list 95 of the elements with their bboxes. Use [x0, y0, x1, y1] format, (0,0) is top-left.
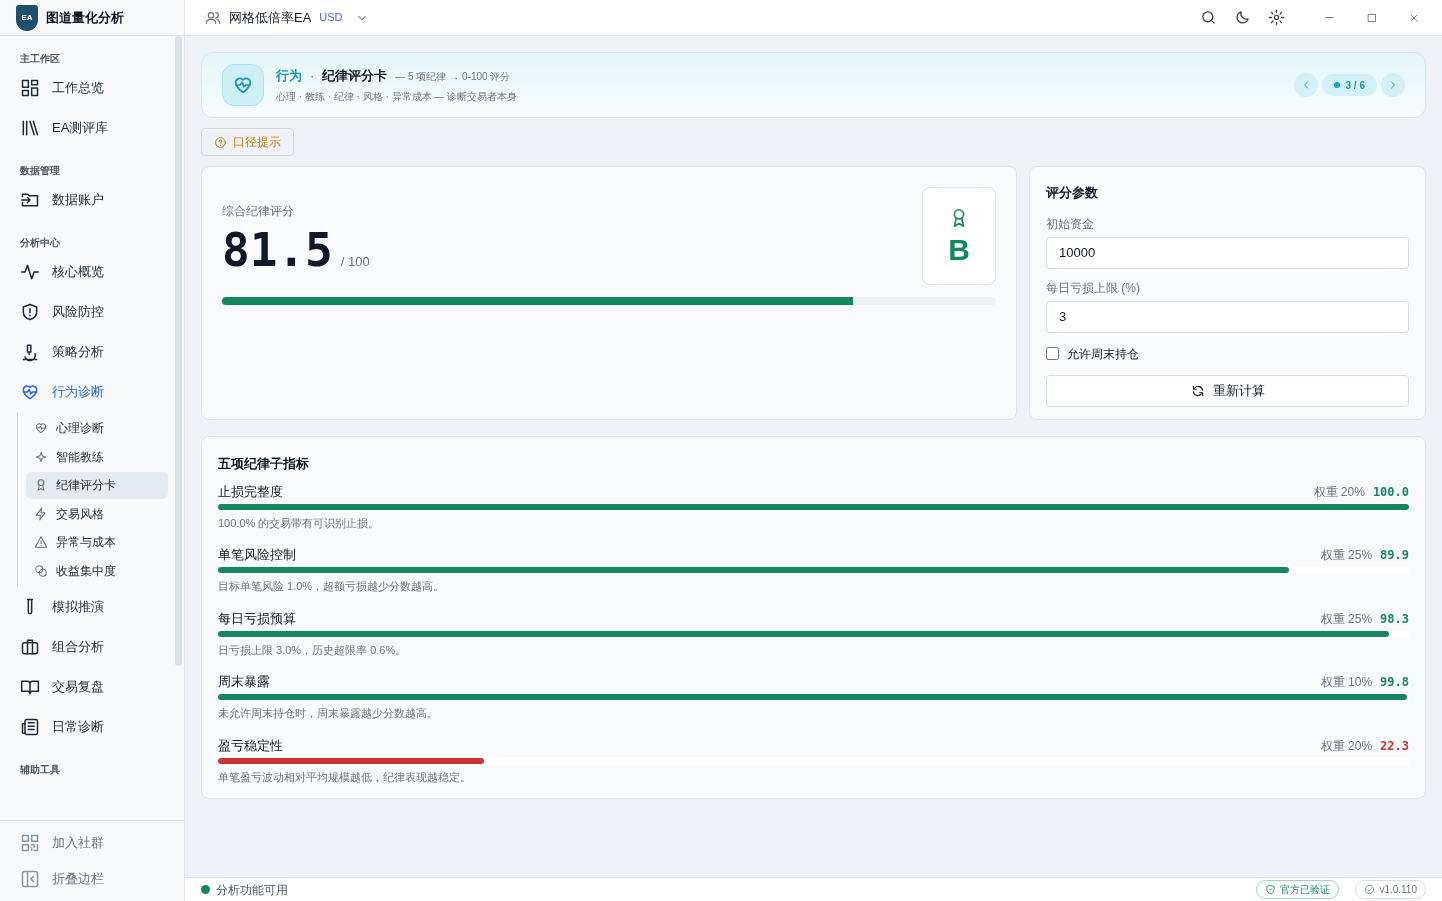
nav-item[interactable]: EA测评库	[4, 108, 168, 148]
metric-score: 100.0	[1372, 483, 1409, 501]
pulse-icon	[20, 262, 40, 282]
page-counter-text: 3 / 6	[1345, 78, 1365, 93]
shield-icon	[20, 302, 40, 322]
qr-code-icon	[20, 833, 40, 853]
nav-item[interactable]: 组合分析	[4, 626, 168, 667]
sub-nav-item[interactable]: 收益集中度	[26, 557, 168, 584]
metric-weight: 权重 20%	[1313, 483, 1365, 501]
account-name[interactable]: 网格低倍率EA	[229, 7, 312, 28]
metric-score: 98.3	[1380, 610, 1409, 628]
separator-dot: ·	[310, 67, 315, 86]
score-max: / 100	[340, 253, 370, 271]
metrics-title: 五项纪律子指标	[218, 455, 310, 473]
status-text: 分析功能可用	[216, 881, 288, 899]
nav-item[interactable]: 工作总览	[4, 68, 168, 108]
warning-icon	[34, 535, 48, 549]
nav-item[interactable]: 日常诊断	[4, 706, 168, 747]
nav-item[interactable]: 加入社群	[4, 825, 180, 861]
nav-item[interactable]: 风险防控	[4, 292, 168, 332]
section-label: 辅助工具	[19, 762, 61, 777]
books-icon	[20, 118, 40, 138]
recalculate-button[interactable]: 重新计算	[1046, 374, 1409, 407]
heart-pulse-icon	[34, 421, 48, 435]
help-circle-icon	[214, 135, 227, 149]
metric-note: 100.0% 的交易带有可识别止损。	[218, 515, 381, 531]
metric-score: 22.3	[1380, 737, 1409, 755]
metric-note: 目标单笔风险 1.0%，超额亏损越少分数越高。	[218, 579, 446, 594]
next-button[interactable]	[1381, 73, 1405, 97]
scrollbar[interactable]	[175, 36, 182, 666]
metric-weight: 权重 25%	[1320, 547, 1373, 564]
newspaper-icon	[20, 716, 40, 737]
sub-nav-item[interactable]: 交易风格	[26, 500, 168, 527]
nav-item[interactable]: 数据账户	[4, 180, 168, 220]
check-circle-icon	[1364, 884, 1376, 895]
shield-check-icon	[1265, 884, 1277, 895]
banner-subtitle: 心理 · 教练 · 纪律 · 风格 · 异常成本 — 诊断交易者本身	[276, 89, 518, 104]
metric-note: 日亏损上限 3.0%，历史超限率 0.6%。	[218, 642, 408, 658]
maximize-icon	[1366, 11, 1378, 24]
search-icon	[1200, 9, 1217, 26]
previous-button[interactable]	[1293, 73, 1318, 97]
nav-item[interactable]: 核心概览	[4, 252, 168, 292]
score-value: 81.5	[222, 222, 333, 278]
input-field[interactable]: 10000	[1046, 236, 1409, 269]
metric-name: 周末暴露	[218, 673, 271, 692]
metric-score: 99.8	[1380, 674, 1409, 691]
metric-name: 盈亏稳定性	[218, 736, 284, 755]
app-title: 图道量化分析	[46, 8, 124, 27]
metric-name: 止损完整度	[218, 482, 284, 501]
metric-score: 89.9	[1380, 547, 1409, 564]
settings-icon	[1268, 9, 1285, 26]
shield-logo: EA	[16, 4, 38, 31]
nav-item[interactable]: 折叠边栏	[4, 861, 180, 897]
sparkle-icon	[34, 449, 48, 464]
metric-weight: 权重 10%	[1320, 674, 1373, 691]
metric-note: 单笔盈亏波动相对平均规模越低，纪律表现越稳定。	[218, 769, 472, 785]
users-icon	[205, 9, 221, 26]
grid-icon	[20, 78, 40, 98]
sub-nav-item[interactable]: 心理诊断	[26, 414, 168, 442]
metric-weight: 权重 25%	[1320, 610, 1373, 628]
banner-title: 纪律评分卡	[322, 67, 388, 86]
nav-item[interactable]: 行为诊断	[4, 372, 168, 412]
field-label: 初始资金	[1046, 215, 1095, 233]
nav-item[interactable]: 策略分析	[4, 332, 168, 372]
checkbox-label: 允许周末持仓	[1067, 345, 1139, 363]
field-label: 每日亏损上限 (%)	[1046, 279, 1141, 297]
metric-note: 未允许周末持仓时，周末暴露越少分数越高。	[218, 706, 439, 721]
metric-name: 每日亏损预算	[218, 609, 297, 628]
grade-badge: B	[922, 187, 996, 285]
folder-arrow-icon	[20, 190, 40, 210]
input-field[interactable]: 3	[1046, 300, 1409, 333]
section-label: 分析中心	[19, 236, 61, 250]
metric-weight: 权重 20%	[1320, 737, 1373, 755]
metric-name: 单笔风险控制	[218, 546, 297, 565]
banner-category: 行为	[276, 67, 302, 86]
coins-icon	[34, 563, 48, 578]
sidebar-collapse-icon	[20, 869, 40, 889]
microscope-icon	[20, 342, 40, 362]
section-label: 数据管理	[19, 164, 61, 178]
sub-nav-item[interactable]: 异常与成本	[26, 528, 168, 556]
nav-item[interactable]: 模拟推演	[4, 586, 168, 627]
lightning-icon	[34, 506, 48, 521]
section-label: 主工作区	[19, 52, 61, 66]
checkbox[interactable]	[1046, 347, 1059, 360]
banner-summary: — 5 项纪律 → 0-100 评分	[395, 70, 511, 85]
nav-item[interactable]: 交易复盘	[4, 666, 168, 707]
moon-icon	[1234, 9, 1251, 26]
heart-pulse-icon	[20, 382, 40, 402]
score-label: 综合纪律评分	[222, 203, 295, 220]
currency-label: USD	[319, 10, 343, 26]
refresh-icon	[1190, 383, 1205, 398]
params-title: 评分参数	[1046, 184, 1099, 202]
award-icon	[34, 478, 48, 492]
sub-nav-item[interactable]: 纪律评分卡	[26, 471, 168, 499]
sub-nav-item[interactable]: 智能教练	[26, 443, 168, 470]
